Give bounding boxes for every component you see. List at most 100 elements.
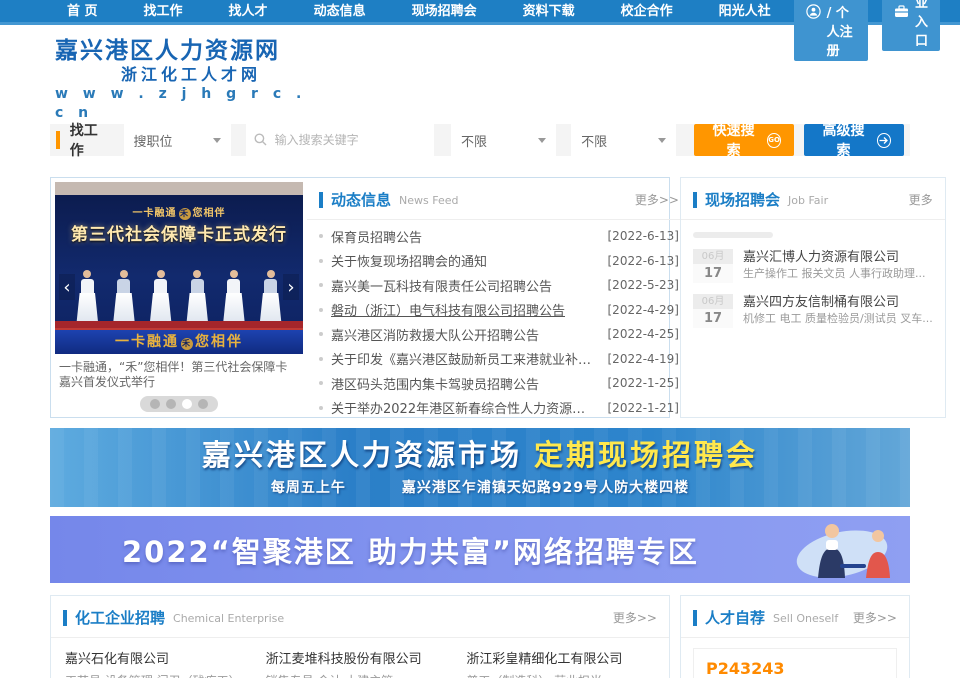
news-title: 动态信息: [331, 189, 391, 210]
job-fair-jobs: 机修工 电工 质量检验员/测试员 叉车...: [743, 311, 933, 327]
banner2-text: 2022“智聚港区 助力共富”网络招聘专区: [122, 529, 699, 571]
job-fair-divider: [693, 232, 773, 238]
chevron-down-icon: [658, 138, 666, 143]
nav-downloads[interactable]: 资料下载: [523, 0, 575, 24]
company-entrance-button[interactable]: 企业入口: [882, 0, 940, 51]
search-category-dropdown[interactable]: 搜职位: [124, 124, 231, 156]
search-input[interactable]: [273, 132, 426, 148]
slide-tagline-right: 您相伴: [193, 208, 226, 219]
nav-job-fair[interactable]: 现场招聘会: [412, 0, 477, 24]
slide-footer-left: 一卡融通: [115, 334, 179, 350]
talent-id-link[interactable]: P243243: [706, 659, 884, 678]
news-item-date: [2022-1-25]: [608, 376, 679, 390]
carousel-next-arrow[interactable]: ›: [283, 274, 299, 300]
job-fair-item[interactable]: 06月 17 嘉兴汇博人力资源有限公司 生产操作工 报关文员 人事行政助理...: [693, 249, 933, 283]
carousel-dot-1[interactable]: [150, 399, 160, 409]
job-fair-title: 现场招聘会: [705, 189, 780, 210]
slide-footer-right: 您相伴: [195, 334, 243, 350]
nav-find-job[interactable]: 找工作: [144, 0, 183, 24]
slide-footer-text: 一卡融通禾您相伴: [55, 328, 303, 354]
orange-accent-bar: [56, 131, 60, 149]
talent-subtitle: Sell Oneself: [773, 612, 838, 625]
news-item-date: [2022-6-13]: [608, 229, 679, 243]
search-filter1-dropdown[interactable]: 不限: [451, 124, 556, 156]
nav-home[interactable]: 首 页: [67, 0, 98, 24]
talent-title: 人才自荐: [705, 607, 765, 628]
carousel-dot-3[interactable]: [182, 399, 192, 409]
online-recruitment-banner[interactable]: 2022“智聚港区 助力共富”网络招聘专区: [50, 516, 910, 583]
news-more-link[interactable]: 更多>>: [635, 191, 679, 208]
news-item-title: 关于恢复现场招聘会的通知: [331, 251, 598, 270]
search-section-label: 找工作: [70, 120, 110, 160]
chemical-company-cell: 浙江麦堆科技股份有限公司 销售专员 会计 土建主管: [266, 650, 455, 678]
chemical-title: 化工企业招聘: [75, 607, 165, 628]
company-name-link[interactable]: 浙江麦堆科技股份有限公司: [266, 650, 455, 669]
news-item[interactable]: 保育员招聘公告[2022-6-13]: [319, 224, 679, 249]
person-icon: [806, 4, 821, 19]
bullet-icon: [319, 234, 323, 238]
company-jobs: 工艺员 设备管理 门卫（残疾工）: [65, 672, 254, 678]
seal-icon: 禾: [181, 338, 193, 350]
company-jobs: 销售专员 会计 土建主管: [266, 672, 455, 678]
company-name-link[interactable]: 嘉兴石化有限公司: [65, 650, 254, 669]
news-item[interactable]: 关于举办2022年港区新春综合性人力资源暨春风...[2022-1-21]: [319, 396, 679, 421]
news-item[interactable]: 嘉兴港区消防救援大队公开招聘公告[2022-4-25]: [319, 322, 679, 347]
search-filter2-dropdown[interactable]: 不限: [571, 124, 676, 156]
banner1-title-white: 嘉兴港区人力资源市场: [202, 438, 522, 472]
site-logo[interactable]: 嘉兴港区人力资源网 浙江化工人才网 w w w . z j h g r c . …: [50, 25, 320, 123]
news-item[interactable]: 嘉兴美一瓦科技有限责任公司招聘公告[2022-5-23]: [319, 273, 679, 298]
company-jobs: 普工（制造科） 营业担当: [466, 672, 655, 678]
chevron-down-icon: [538, 138, 546, 143]
top-navbar: 首 页 找工作 找人才 动态信息 现场招聘会 资料下载 校企合作 阳光人社 个人…: [0, 0, 960, 25]
news-item[interactable]: 关于印发《嘉兴港区鼓励新员工来港就业补助操作...[2022-4-19]: [319, 347, 679, 372]
job-fair-subtitle: Job Fair: [788, 194, 828, 207]
news-item-title: 磐动（浙江）电气科技有限公司招聘公告: [331, 300, 598, 319]
quick-search-button[interactable]: 快速搜索 GO: [694, 124, 794, 156]
news-item[interactable]: 磐动（浙江）电气科技有限公司招聘公告 [2022-4-29]: [319, 298, 679, 323]
bullet-icon: [319, 357, 323, 361]
people-illustration: [770, 520, 900, 583]
search-bar: 找工作 搜职位 不限 不限 快速搜索 GO 高级搜索: [50, 124, 910, 156]
news-item-date: [2022-4-29]: [608, 303, 679, 317]
news-subtitle: News Feed: [399, 194, 458, 207]
section-accent-bar: [693, 192, 697, 208]
job-fair-item[interactable]: 06月 17 嘉兴四方友信制桶有限公司 机修工 电工 质量检验员/测试员 叉车.…: [693, 294, 933, 328]
nav-school-cooperation[interactable]: 校企合作: [621, 0, 673, 24]
job-fair-banner[interactable]: 嘉兴港区人力资源市场定期现场招聘会 每周五上午 嘉兴港区乍浦镇天妃路929号人防…: [50, 428, 910, 507]
news-item-date: [2022-1-21]: [608, 401, 679, 415]
news-item[interactable]: 关于恢复现场招聘会的通知[2022-6-13]: [319, 249, 679, 274]
slide-carpet: [55, 321, 303, 328]
date-badge: 06月 17: [693, 294, 733, 328]
slide-tagline: 一卡融通禾您相伴: [55, 204, 303, 220]
news-item-title: 关于印发《嘉兴港区鼓励新员工来港就业补助操作...: [331, 349, 598, 368]
section-accent-bar: [63, 610, 67, 626]
date-badge: 06月 17: [693, 249, 733, 283]
quick-search-label: 快速搜索: [707, 120, 760, 160]
search-category-value: 搜职位: [134, 131, 173, 150]
search-filter1-value: 不限: [461, 131, 487, 150]
job-fair-more-link[interactable]: 更多: [909, 191, 933, 208]
carousel-prev-arrow[interactable]: ‹: [59, 274, 75, 300]
carousel: 一卡融通禾您相伴 第三代社会保障卡正式发行 一卡融通禾您相伴: [51, 178, 307, 417]
company-name-link[interactable]: 浙江彩皇精细化工有限公司: [466, 650, 655, 669]
search-icon: [254, 131, 267, 150]
nav-sunshine-hr[interactable]: 阳光人社: [719, 0, 771, 24]
talent-card[interactable]: P243243 男 ｜ 嘉兴市->嘉兴港区 ｜ 八年以上: [693, 648, 897, 678]
nav-news[interactable]: 动态信息: [314, 0, 366, 24]
nav-find-talent[interactable]: 找人才: [229, 0, 268, 24]
carousel-dot-4[interactable]: [198, 399, 208, 409]
personal-login-button[interactable]: 个人登录 / 个人注册: [794, 0, 868, 61]
slide-headline: 第三代社会保障卡正式发行: [55, 220, 303, 245]
talent-more-link[interactable]: 更多>>: [853, 609, 897, 626]
advanced-search-button[interactable]: 高级搜索: [804, 124, 904, 156]
carousel-dot-2[interactable]: [166, 399, 176, 409]
site-url: w w w . z j h g r c . c n: [55, 85, 320, 123]
carousel-caption[interactable]: 一卡融通，“禾”您相伴！第三代社会保障卡嘉兴首发仪式举行: [55, 354, 303, 390]
section-accent-bar: [319, 192, 323, 208]
carousel-slide[interactable]: 一卡融通禾您相伴 第三代社会保障卡正式发行 一卡融通禾您相伴: [55, 182, 303, 354]
date-badge-day: 17: [693, 309, 733, 328]
news-item[interactable]: 港区码头范围内集卡驾驶员招聘公告[2022-1-25]: [319, 371, 679, 396]
chemical-more-link[interactable]: 更多>>: [613, 609, 657, 626]
banner1-address: 嘉兴港区乍浦镇天妃路929号人防大楼四楼: [402, 477, 689, 497]
news-item-date: [2022-4-25]: [608, 327, 679, 341]
